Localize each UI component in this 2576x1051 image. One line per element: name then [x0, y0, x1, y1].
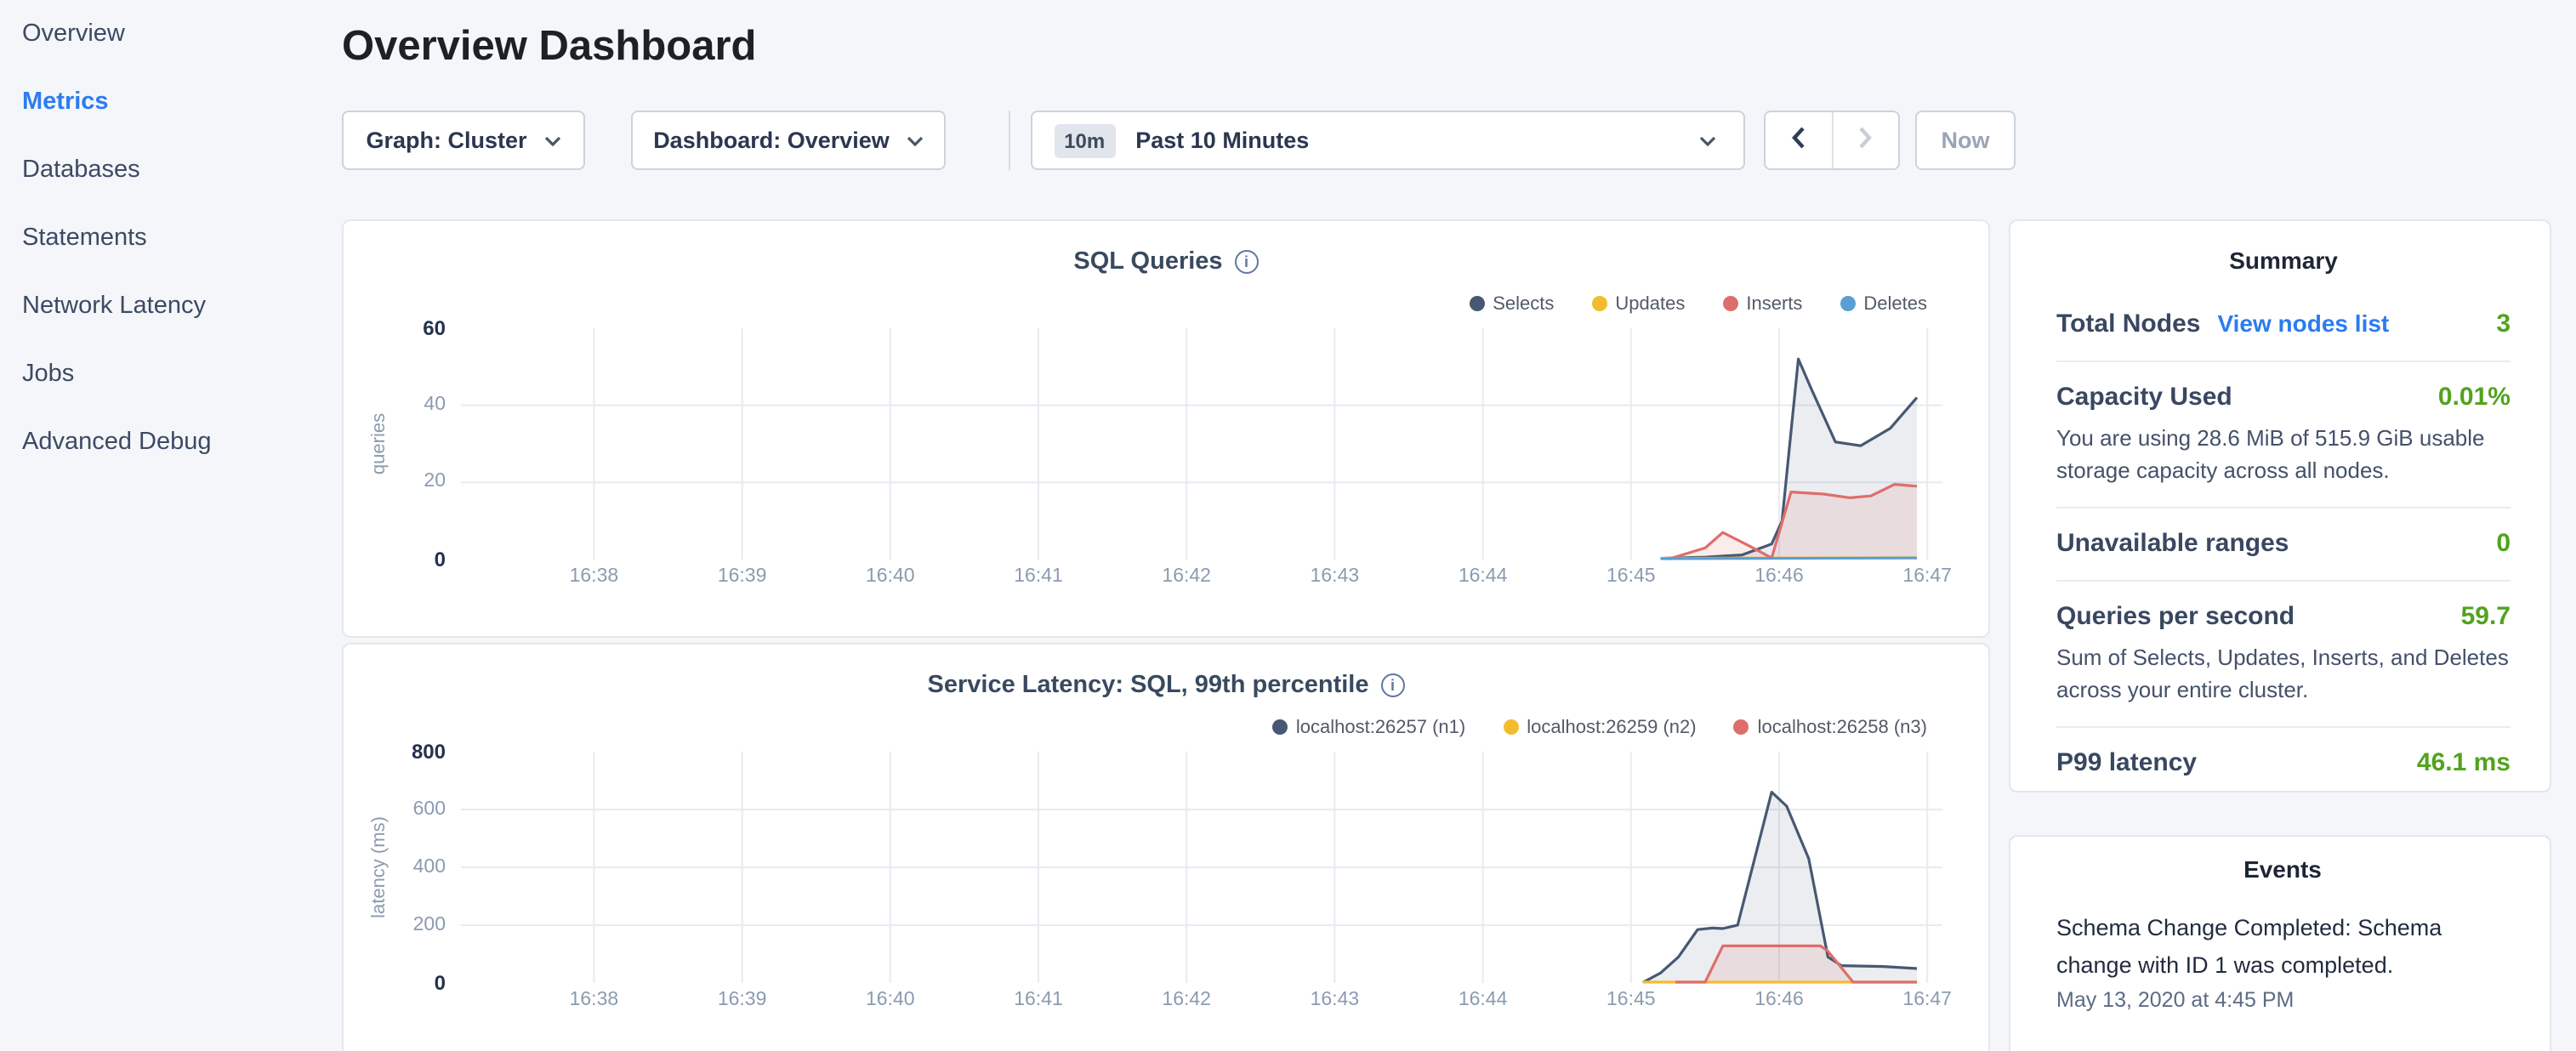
- summary-value: 0.01%: [2438, 382, 2511, 411]
- dashboard-dropdown[interactable]: Dashboard: Overview: [631, 111, 946, 170]
- summary-row: P99 latency 46.1 ms: [2056, 725, 2511, 798]
- sidebar-item-statements[interactable]: Statements: [0, 204, 340, 272]
- y-axis-tick: 800: [344, 737, 446, 764]
- time-next-button[interactable]: [1832, 112, 1898, 168]
- events-title: Events: [2056, 853, 2509, 883]
- y-axis-tick: 60: [344, 314, 446, 341]
- summary-label: Total Nodes: [2056, 309, 2200, 339]
- view-nodes-list-link[interactable]: View nodes list: [2217, 309, 2389, 336]
- x-axis-tick: 16:40: [839, 566, 941, 587]
- summary-label: P99 latency: [2056, 747, 2197, 778]
- x-axis-tick: 16:43: [1283, 566, 1385, 587]
- chevron-right-icon: [1858, 126, 1874, 155]
- y-axis-label: latency (ms): [369, 815, 390, 917]
- sidebar-item-databases[interactable]: Databases: [0, 136, 340, 204]
- summary-value: 59.7: [2461, 601, 2511, 630]
- toolbar: Graph: Cluster Dashboard: Overview 10m P…: [342, 111, 2553, 172]
- time-range-selector[interactable]: 10m Past 10 Minutes: [1030, 111, 1744, 170]
- x-axis-tick: 16:40: [839, 990, 941, 1010]
- now-button[interactable]: Now: [1915, 111, 2016, 170]
- summary-label: Unavailable ranges: [2056, 528, 2289, 559]
- summary-value: 46.1 ms: [2417, 747, 2511, 776]
- toolbar-divider: [1008, 111, 1009, 170]
- x-axis-tick: 16:42: [1135, 566, 1237, 587]
- x-axis-tick: 16:41: [987, 990, 1089, 1010]
- y-axis-tick: 40: [344, 391, 446, 418]
- time-pager: [1764, 111, 1900, 170]
- summary-row: Unavailable ranges 0: [2056, 506, 2511, 579]
- y-axis-tick: 0: [344, 545, 446, 572]
- event-timestamp: May 13, 2020 at 4:45 PM: [2056, 987, 2509, 1011]
- sidebar-item-advanced-debug[interactable]: Advanced Debug: [0, 408, 340, 476]
- sidebar-item-jobs[interactable]: Jobs: [0, 340, 340, 408]
- summary-row: Queries per second 59.7 Sum of Selects, Up…: [2056, 579, 2511, 725]
- x-axis-tick: 16:46: [1728, 566, 1830, 587]
- sidebar-item-network-latency[interactable]: Network Latency: [0, 272, 340, 340]
- sidebar: OverviewMetricsDatabasesStatementsNetwor…: [0, 0, 340, 1051]
- x-axis-tick: 16:45: [1580, 566, 1682, 587]
- x-axis-tick: 16:46: [1728, 990, 1830, 1010]
- time-prev-button[interactable]: [1766, 112, 1832, 168]
- chevron-down-icon: [907, 135, 924, 145]
- sidebar-item-metrics[interactable]: Metrics: [0, 68, 340, 136]
- time-range-label: Past 10 Minutes: [1135, 128, 1309, 153]
- summary-row: Capacity Used 0.01% You are using 28.6 MiB…: [2056, 360, 2511, 506]
- y-axis-tick: 600: [344, 795, 446, 822]
- chevron-left-icon: [1791, 126, 1806, 155]
- summary-rows: Total Nodes View nodes list 3 Capacity Used…: [2056, 309, 2511, 798]
- charts-column: SQL Queries i SelectsUpdatesInsertsDelet…: [342, 219, 1990, 1051]
- chevron-down-icon: [544, 135, 561, 145]
- time-range-badge: 10m: [1054, 123, 1115, 157]
- chart-plot[interactable]: 0 200 400 600 800 16:38 16:39 16:40 16:41 16:42 16…: [344, 644, 1988, 1051]
- x-axis-tick: 16:45: [1580, 990, 1682, 1010]
- summary-description: You are using 28.6 MiB of 515.9 GiB usab…: [2056, 421, 2511, 486]
- sql-queries-chart-card: SQL Queries i SelectsUpdatesInsertsDelet…: [342, 219, 1990, 637]
- summary-value: 0: [2496, 528, 2511, 557]
- x-axis-tick: 16:39: [691, 990, 793, 1010]
- x-axis-tick: 16:39: [691, 566, 793, 587]
- summary-label: Capacity Used: [2056, 382, 2232, 412]
- page-title: Overview Dashboard: [342, 22, 756, 73]
- chevron-down-icon: [1698, 135, 1715, 145]
- y-axis-tick: 0: [344, 969, 446, 996]
- x-axis-tick: 16:42: [1135, 990, 1237, 1010]
- summary-title: Summary: [2056, 244, 2511, 275]
- events-card: Events Schema Change Completed: Schema c…: [2009, 834, 2551, 1051]
- summary-label: Queries per second: [2056, 601, 2295, 632]
- x-axis-tick: 16:44: [1432, 566, 1534, 587]
- event-text: Schema Change Completed: Schema change w…: [2056, 909, 2509, 984]
- y-axis-label: queries: [369, 412, 390, 474]
- sidebar-item-overview[interactable]: Overview: [0, 0, 340, 68]
- summary-row: Total Nodes View nodes list 3: [2056, 309, 2511, 360]
- graph-dropdown-label: Graph: Cluster: [366, 128, 526, 153]
- service-latency-chart-card: Service Latency: SQL, 99th percentile i …: [342, 642, 1990, 1051]
- event-item[interactable]: Schema Change Completed: Schema change w…: [2056, 909, 2509, 1011]
- app-root: OverviewMetricsDatabasesStatementsNetwor…: [0, 0, 2576, 1051]
- chart-plot[interactable]: 0 20 40 60 16:38 16:39 16:40 16:41 16:42 16:43 16:…: [344, 220, 1988, 635]
- summary-card: Summary Total Nodes View nodes list 3 Capac…: [2009, 219, 2551, 792]
- x-axis-tick: 16:38: [543, 566, 645, 587]
- x-axis-tick: 16:44: [1432, 990, 1534, 1010]
- y-axis-tick: 20: [344, 468, 446, 495]
- summary-description: Sum of Selects, Updates, Inserts, and De…: [2056, 640, 2511, 705]
- y-axis-tick: 200: [344, 911, 446, 938]
- dashboard-dropdown-label: Dashboard: Overview: [653, 128, 890, 153]
- x-axis-tick: 16:38: [543, 990, 645, 1010]
- x-axis-tick: 16:41: [987, 566, 1089, 587]
- y-axis-tick: 400: [344, 853, 446, 880]
- x-axis-tick: 16:47: [1876, 566, 1978, 587]
- x-axis-tick: 16:43: [1283, 990, 1385, 1010]
- x-axis-tick: 16:47: [1876, 990, 1978, 1010]
- summary-value: 3: [2496, 309, 2511, 338]
- graph-dropdown[interactable]: Graph: Cluster: [342, 111, 585, 170]
